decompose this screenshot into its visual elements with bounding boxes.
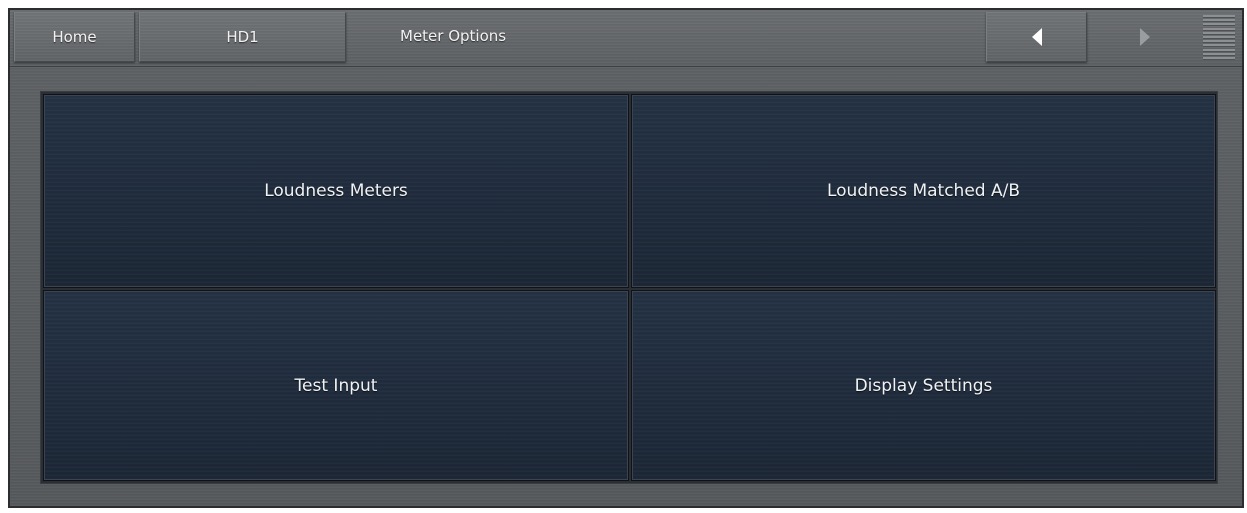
options-grid: Loudness Meters Loudness Matched A/B Tes…: [40, 91, 1218, 484]
page-title: Meter Options: [400, 27, 507, 45]
top-navigation-bar: Home HD1 Meter Options: [10, 10, 1242, 67]
hamburger-menu-icon[interactable]: [1203, 15, 1235, 60]
triangle-left-icon: [1031, 28, 1042, 46]
back-button[interactable]: [986, 12, 1087, 62]
hd1-button[interactable]: HD1: [139, 12, 346, 62]
display-settings-button[interactable]: Display Settings: [631, 290, 1216, 481]
loudness-matched-ab-button[interactable]: Loudness Matched A/B: [631, 94, 1216, 288]
triangle-right-icon: [1140, 28, 1150, 46]
forward-button[interactable]: [1110, 18, 1180, 56]
loudness-meters-button[interactable]: Loudness Meters: [43, 94, 629, 288]
test-input-button[interactable]: Test Input: [43, 290, 629, 481]
home-button[interactable]: Home: [14, 12, 135, 62]
app-window: Home HD1 Meter Options Loudness Meters L…: [8, 8, 1244, 508]
